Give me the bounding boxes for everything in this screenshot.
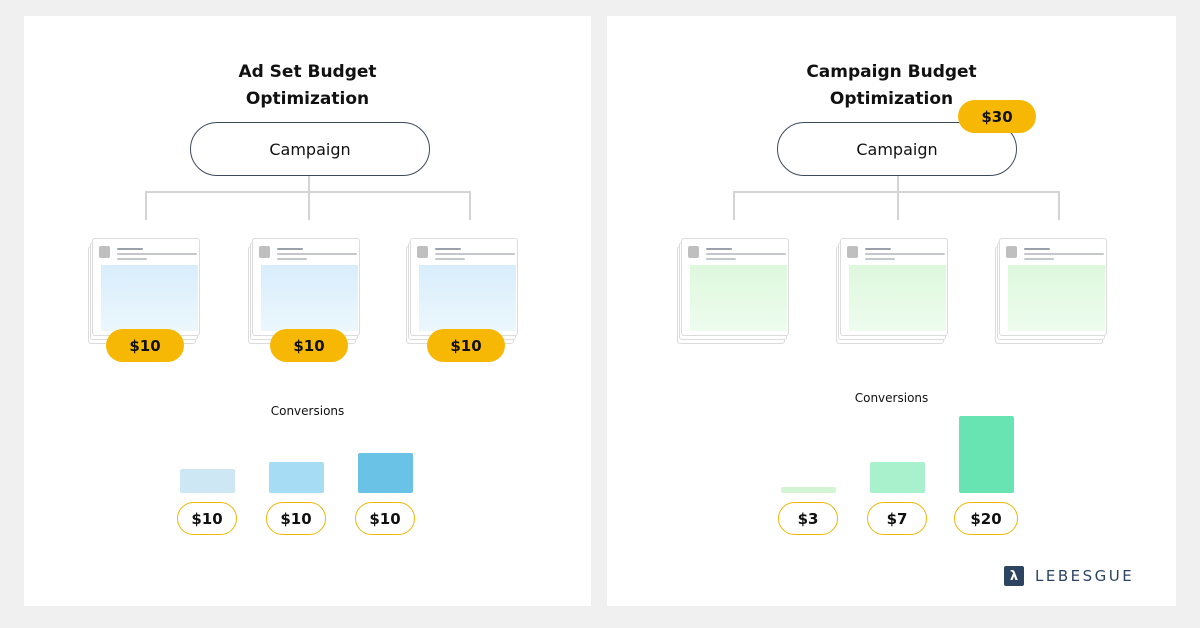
lebesgue-mark-icon: λ bbox=[1004, 566, 1024, 586]
lebesgue-logo: λ LEBESGUE bbox=[1004, 566, 1134, 586]
connector bbox=[308, 176, 310, 192]
panel-title: Campaign Budget Optimization bbox=[607, 59, 1176, 113]
conversion-bar bbox=[781, 487, 836, 493]
avatar bbox=[688, 246, 699, 258]
spend-pill: $3 bbox=[778, 502, 838, 535]
spend-pill: $10 bbox=[177, 502, 237, 535]
adset-budget-pill: $10 bbox=[106, 329, 184, 362]
spend-pill: $7 bbox=[867, 502, 927, 535]
adset-budget-pill: $10 bbox=[427, 329, 505, 362]
connector bbox=[897, 176, 899, 192]
connector bbox=[469, 191, 471, 220]
spend-pill: $20 bbox=[954, 502, 1018, 535]
conversion-bar bbox=[180, 469, 235, 493]
avatar bbox=[99, 246, 110, 258]
conversion-bar bbox=[959, 416, 1014, 493]
ad-image bbox=[1008, 265, 1105, 331]
campaign-budget-pill: $30 bbox=[958, 100, 1036, 133]
adset-budget-pill: $10 bbox=[270, 329, 348, 362]
ad-image bbox=[101, 265, 198, 331]
panel-title: Ad Set Budget Optimization bbox=[24, 59, 591, 113]
connector bbox=[1058, 191, 1060, 220]
connector bbox=[733, 191, 735, 220]
ad-image bbox=[419, 265, 516, 331]
spend-pill: $10 bbox=[266, 502, 326, 535]
title-line1: Campaign Budget bbox=[806, 62, 977, 82]
title-line1: Ad Set Budget bbox=[238, 62, 377, 82]
ad-image bbox=[849, 265, 946, 331]
conversions-label: Conversions bbox=[854, 391, 929, 405]
adset-cbo-panel: Ad Set Budget Optimization Campaign $10 … bbox=[24, 16, 591, 606]
title-line2: Optimization bbox=[245, 89, 370, 109]
avatar bbox=[259, 246, 270, 258]
brand-name: LEBESGUE bbox=[1035, 567, 1135, 585]
conversion-bar bbox=[870, 462, 925, 493]
campaign-cbo-panel: Campaign Budget Optimization Campaign $3… bbox=[607, 16, 1176, 606]
spend-pill: $10 bbox=[355, 502, 415, 535]
avatar bbox=[417, 246, 428, 258]
campaign-node: Campaign bbox=[190, 122, 430, 176]
avatar bbox=[1006, 246, 1017, 258]
avatar bbox=[847, 246, 858, 258]
conversions-label: Conversions bbox=[270, 404, 345, 418]
conversion-bar bbox=[269, 462, 324, 493]
ad-image bbox=[261, 265, 358, 331]
connector bbox=[308, 191, 310, 220]
connector bbox=[145, 191, 147, 220]
ad-image bbox=[690, 265, 787, 331]
title-line2: Optimization bbox=[829, 89, 954, 109]
conversion-bar bbox=[358, 453, 413, 493]
connector bbox=[897, 191, 899, 220]
